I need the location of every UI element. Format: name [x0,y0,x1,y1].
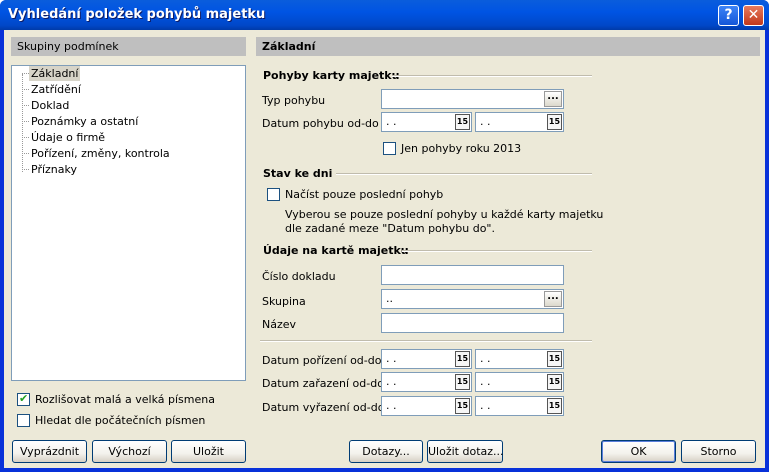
movement-type-label: Typ pohybu [262,94,326,107]
calendar-icon[interactable]: 15 [547,398,562,414]
section-title-movements: Pohyby karty majetku [263,69,400,82]
ok-button[interactable]: OK [601,440,676,463]
only-year-label: Jen pohyby roku 2013 [401,142,522,155]
dialog-window: Vyhledání položek pohybů majetku ? ✕ Sku… [0,0,769,472]
name-input[interactable] [381,313,564,333]
case-sensitive-checkbox[interactable] [17,392,30,406]
inclusion-date-from-input[interactable]: . . 15 [381,372,472,392]
help-icon[interactable]: ? [718,5,739,26]
section-divider [402,250,592,252]
doc-number-input[interactable] [381,265,564,285]
calendar-icon[interactable]: 15 [455,351,470,367]
tree-item-porizeni[interactable]: Pořízení, změny, kontrola [31,146,170,161]
queries-button[interactable]: Dotazy... [349,440,423,463]
calendar-icon[interactable]: 15 [547,114,562,130]
tree-item-zakladni[interactable]: Základní [29,66,81,81]
save-query-button[interactable]: Uložit dotaz... [427,440,504,463]
calendar-icon[interactable]: 15 [455,398,470,414]
title-bar: Vyhledání položek pohybů majetku ? ✕ [0,0,769,30]
case-sensitive-label: Rozlišovat malá a velká písmena [35,393,215,406]
section-title-state: Stav ke dni [263,167,333,180]
calendar-icon[interactable]: 15 [547,351,562,367]
movement-type-input[interactable]: ... [381,89,564,109]
movement-date-from-input[interactable]: . . 15 [381,112,472,132]
ellipsis-icon[interactable]: ... [544,291,562,307]
tree-line [22,169,29,170]
tree-line [22,89,29,90]
section-title-card: Údaje na kartě majetku [263,244,409,257]
condition-groups-tree[interactable]: Základní Zatřídění Doklad Poznámky a ost… [11,65,246,381]
tree-item-zatrideni[interactable]: Zatřídění [31,82,81,97]
last-move-note-1: Vyberou se pouze poslední pohyby u každé… [285,208,604,221]
movement-date-label: Datum pohybu od-do [262,117,379,130]
section-divider [260,340,592,342]
tree-item-poznamky[interactable]: Poznámky a ostatní [31,114,138,129]
group-label: Skupina [262,295,306,308]
tree-line [22,121,29,122]
ellipsis-icon[interactable]: ... [544,91,562,107]
calendar-icon[interactable]: 15 [455,114,470,130]
tree-line [22,105,29,106]
name-label: Název [262,318,297,331]
disposal-date-to-input[interactable]: . . 15 [475,396,564,416]
calendar-icon[interactable]: 15 [455,374,470,390]
disposal-date-label: Datum vyřazení od-do [262,401,385,414]
calendar-icon[interactable]: 15 [547,374,562,390]
last-move-checkbox[interactable] [267,188,280,201]
tree-line [22,137,29,138]
save-button[interactable]: Uložit [171,440,246,463]
inclusion-date-label: Datum zařazení od-do [262,377,384,390]
section-divider [392,75,592,77]
window-title: Vyhledání položek pohybů majetku [8,7,266,22]
group-input[interactable]: .. ... [381,289,564,309]
doc-number-label: Číslo dokladu [262,270,336,283]
tree-item-doklad[interactable]: Doklad [31,98,69,113]
prefix-search-checkbox[interactable] [17,414,30,427]
acquisition-date-from-input[interactable]: . . 15 [381,349,472,369]
cancel-button[interactable]: Storno [681,440,756,463]
clear-button[interactable]: Vyprázdnit [12,440,87,463]
acquisition-date-label: Datum pořízení od-do [262,354,382,367]
close-icon[interactable]: ✕ [743,5,764,26]
left-panel-header: Skupiny podmínek [11,37,246,56]
right-panel-header: Základní [256,37,760,56]
tree-item-priznaky[interactable]: Příznaky [31,162,77,177]
tree-item-udaje-o-firme[interactable]: Údaje o firmě [31,130,105,145]
last-move-note-2: dle zadané meze "Datum pohybu do". [285,222,495,235]
dialog-client: Skupiny podmínek Základní Zatřídění Dokl… [4,30,765,468]
acquisition-date-to-input[interactable]: . . 15 [475,349,564,369]
prefix-search-label: Hledat dle počátečních písmen [35,414,206,427]
section-divider [336,173,592,175]
last-move-label: Načíst pouze poslední pohyb [285,188,444,201]
only-year-checkbox[interactable] [383,142,396,155]
inclusion-date-to-input[interactable]: . . 15 [475,372,564,392]
tree-line [22,73,29,74]
default-button[interactable]: Výchozí [92,440,167,463]
tree-line [22,153,29,154]
disposal-date-from-input[interactable]: . . 15 [381,396,472,416]
movement-date-to-input[interactable]: . . 15 [475,112,564,132]
